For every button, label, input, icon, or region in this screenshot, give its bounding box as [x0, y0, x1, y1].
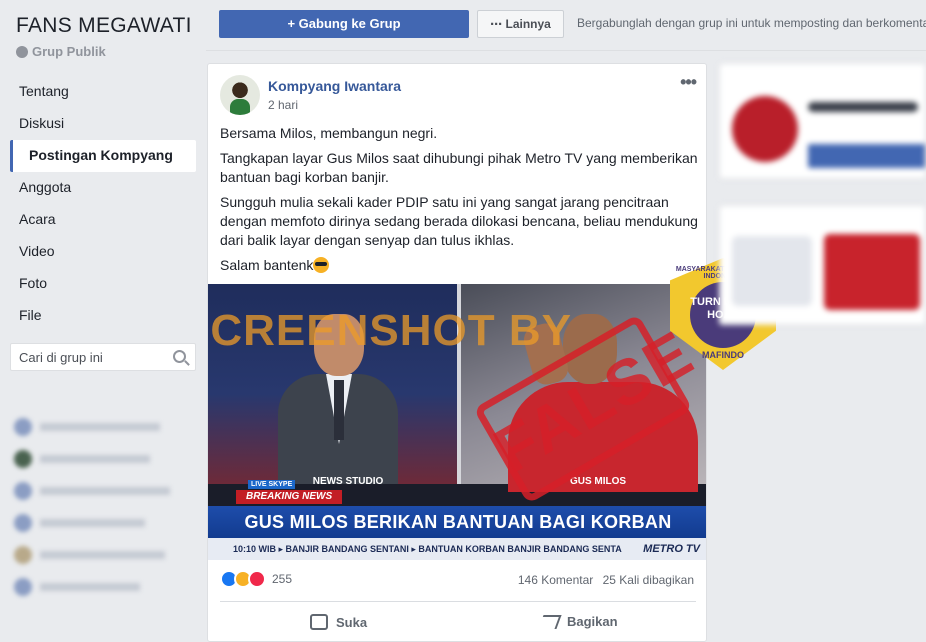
like-label: Suka — [336, 614, 368, 630]
sidebar-item-video[interactable]: Video — [10, 236, 196, 268]
live-skype-tag: LIVE SKYPE — [248, 480, 296, 489]
news-studio-label: NEWS STUDIO — [312, 476, 384, 487]
topbar-divider — [206, 50, 926, 51]
share-button[interactable]: Bagikan — [538, 614, 618, 629]
news-ticker-text: 10:10 WIB ▸ BANJIR BANDANG SENTANI ▸ BAN… — [233, 544, 622, 554]
love-reaction-icon — [248, 570, 266, 588]
like-button[interactable]: Suka — [310, 614, 367, 630]
sunglasses-emoji-icon — [313, 257, 330, 273]
shortcut-blurred — [14, 480, 192, 502]
post-options-icon[interactable]: ••• — [680, 72, 697, 93]
more-button[interactable]: ⋯ Lainnya — [477, 10, 564, 38]
join-prompt: Bergabunglah dengan grup ini untuk mempo… — [577, 16, 926, 30]
shortcut-blurred — [14, 576, 192, 598]
post-image[interactable]: NEWS STUDIO GUS MILOS LIVE SKYPE BREAKIN… — [208, 284, 706, 560]
right-panel-blurred — [719, 63, 926, 179]
post-stats: 146 Komentar 25 Kali dibagikan — [512, 573, 694, 587]
share-label: Bagikan — [567, 614, 618, 629]
search-placeholder: Cari di grup ini — [19, 350, 103, 365]
group-title[interactable]: FANS MEGAWATI — [16, 14, 192, 38]
breaking-news-tag: BREAKING NEWS — [236, 490, 343, 504]
author-avatar[interactable] — [220, 75, 260, 115]
sidebar-item-file[interactable]: File — [10, 300, 196, 332]
left-sidebar: FANS MEGAWATI Grup Publik Tentang Diskus… — [0, 0, 205, 642]
sidebar-item-postingan[interactable]: Postingan Kompyang — [10, 140, 196, 172]
post-paragraph: Bersama Milos, membangun negri. — [220, 125, 438, 141]
post-timestamp[interactable]: 2 hari — [268, 98, 298, 112]
channel-logo: METRO TV — [637, 538, 700, 560]
news-headline: GUS MILOS BERIKAN BANTUAN BAGI KORBAN BA… — [208, 506, 706, 560]
share-arrow-icon — [538, 614, 562, 629]
reaction-count: 255 — [272, 572, 293, 586]
shortcut-blurred — [14, 512, 192, 534]
shortcut-blurred — [14, 544, 192, 566]
comment-count[interactable]: 146 Komentar — [518, 573, 593, 587]
globe-icon — [16, 45, 28, 58]
footer-divider — [220, 601, 696, 602]
group-nav: Tentang Diskusi Postingan Kompyang Anggo… — [10, 76, 196, 332]
group-privacy: Grup Publik — [16, 44, 106, 59]
post-paragraph-text: Salam bantenk — [220, 257, 314, 273]
reactions-summary[interactable]: 255 — [220, 570, 292, 588]
group-search-input[interactable]: Cari di grup ini — [10, 343, 196, 371]
thumbs-up-icon — [310, 614, 328, 630]
sidebar-item-diskusi[interactable]: Diskusi — [10, 108, 196, 140]
news-ticker: 10:10 WIB ▸ BANJIR BANDANG SENTANI ▸ BAN… — [208, 538, 706, 560]
sidebar-item-acara[interactable]: Acara — [10, 204, 196, 236]
post-body: Bersama Milos, membangun negri. Tangkapa… — [220, 124, 698, 281]
sidebar-item-tentang[interactable]: Tentang — [10, 76, 196, 108]
sidebar-item-foto[interactable]: Foto — [10, 268, 196, 300]
search-icon[interactable] — [173, 350, 186, 363]
sidebar-item-anggota[interactable]: Anggota — [10, 172, 196, 204]
post-paragraph-last: Salam bantenk — [220, 256, 698, 275]
group-privacy-label: Grup Publik — [32, 44, 106, 59]
suggested-panel-blurred — [719, 205, 926, 325]
share-count[interactable]: 25 Kali dibagikan — [603, 573, 694, 587]
post-author[interactable]: Kompyang Iwantara — [268, 78, 401, 94]
badge-bottom-text: MAFINDO — [702, 350, 744, 360]
join-group-button[interactable]: + Gabung ke Grup — [219, 10, 469, 38]
post-paragraph: Tangkapan layar Gus Milos saat dihubungi… — [220, 150, 698, 185]
post-card: Kompyang Iwantara 2 hari ••• Bersama Mil… — [207, 63, 707, 642]
blurred-text — [10, 362, 13, 376]
shortcut-blurred — [14, 416, 192, 438]
shortcut-blurred — [14, 448, 192, 470]
post-paragraph: Sungguh mulia sekali kader PDIP satu ini… — [220, 194, 698, 248]
shortcuts-heading-blurred — [16, 394, 19, 408]
